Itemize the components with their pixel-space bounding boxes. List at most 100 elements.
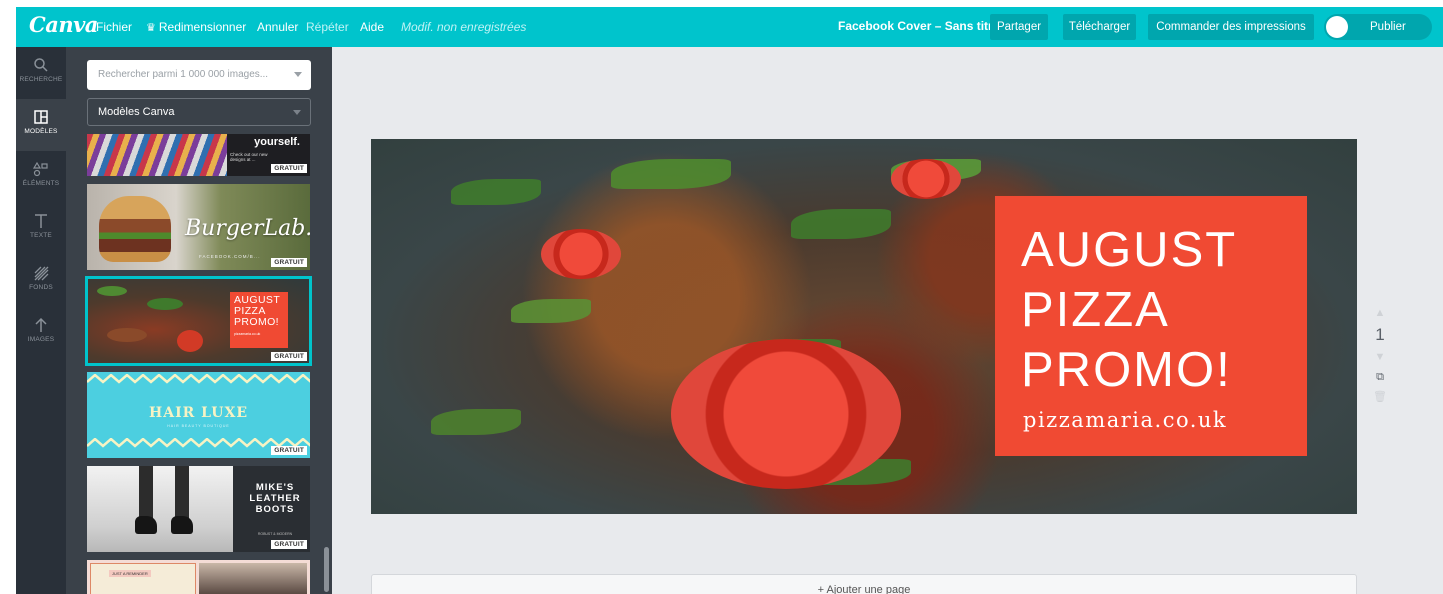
templates-panel: Rechercher parmi 1 000 000 images... Mod… <box>66 47 332 594</box>
add-page-button[interactable]: + Ajouter une page <box>371 574 1357 594</box>
search-placeholder: Rechercher parmi 1 000 000 images... <box>98 69 269 80</box>
tomato-shape <box>177 330 203 352</box>
template-tag: JUST A REMINDER <box>109 570 151 577</box>
canva-logo[interactable]: Canva <box>29 12 98 37</box>
menu-help[interactable]: Aide <box>360 20 384 34</box>
side-nav: RECHERCHE MODÈLES ÉLÉMENTS TEXTE FONDS I… <box>16 47 66 594</box>
share-button[interactable]: Partager <box>990 14 1048 40</box>
search-icon <box>34 58 48 72</box>
leg-shape <box>139 466 153 518</box>
free-badge: GRATUIT <box>271 540 307 549</box>
design-canvas[interactable]: AUGUST PIZZA PROMO! pizzamaria.co.uk <box>371 139 1357 514</box>
trash-icon[interactable]: 🗑 <box>1370 387 1390 407</box>
promo-text-box[interactable]: AUGUST PIZZA PROMO! pizzamaria.co.uk <box>995 196 1307 456</box>
free-badge: GRATUIT <box>271 164 307 173</box>
template-thumbnail-yourself[interactable]: yourself. Check out our new designs at .… <box>87 134 310 176</box>
herb-shape <box>147 298 183 310</box>
publish-toggle[interactable]: Publier <box>1324 14 1432 40</box>
promo-url[interactable]: pizzamaria.co.uk <box>1023 408 1227 432</box>
chevron-down-icon[interactable]: ▼ <box>1370 347 1390 367</box>
order-prints-button[interactable]: Commander des impressions <box>1148 14 1314 40</box>
menu-undo[interactable]: Annuler <box>257 20 298 34</box>
rail-label-uploads: IMAGES <box>27 336 55 343</box>
herb-shape <box>611 159 731 189</box>
tomato-slice <box>891 159 961 199</box>
template-title: MIKE'S LEATHER BOOTS <box>247 482 303 515</box>
burger-image <box>99 196 171 262</box>
publish-label: Publier <box>1370 21 1406 33</box>
crown-icon: ♛ <box>146 22 156 34</box>
menu-resize[interactable]: ♛ Redimensionner <box>146 20 246 34</box>
template-subtext: HAIR BEAUTY BOUTIQUE <box>167 424 230 428</box>
rail-item-uploads[interactable]: IMAGES <box>16 307 66 359</box>
design-stage: AUGUST PIZZA PROMO! pizzamaria.co.uk ▲ 1… <box>332 47 1443 594</box>
layout-icon <box>34 110 48 124</box>
template-filter-value: Modèles Canva <box>98 106 175 118</box>
title-line: LEATHER <box>249 493 301 504</box>
pattern-icon <box>34 266 49 281</box>
template-card: JUST A REMINDER <box>90 563 196 594</box>
template-title: HAIR LUXE <box>149 405 248 421</box>
zigzag-border <box>87 374 310 384</box>
title-line: MIKE'S <box>255 482 295 493</box>
template-thumbnail-reminder[interactable]: JUST A REMINDER <box>87 560 310 594</box>
top-toolbar: Canva Fichier ♛ Redimensionner Annuler Ré… <box>16 7 1443 47</box>
tomato-slice <box>671 339 901 489</box>
boot-shape <box>135 516 157 534</box>
canva-editor: Canva Fichier ♛ Redimensionner Annuler Ré… <box>0 0 1443 594</box>
shapes-icon <box>32 161 48 177</box>
template-subtext: ROBUST & MODERN <box>257 532 293 536</box>
panel-scrollbar[interactable] <box>324 547 329 592</box>
page-number: 1 <box>1375 325 1385 344</box>
rail-label-search: RECHERCHE <box>19 76 63 83</box>
document-title[interactable]: Facebook Cover – Sans titre <box>838 19 999 33</box>
template-thumbnail-pizza-promo[interactable]: AUGUST PIZZA PROMO! pizzamaria.co.uk GRA… <box>85 276 312 366</box>
image-search-input[interactable]: Rechercher parmi 1 000 000 images... <box>87 60 311 90</box>
rail-item-search[interactable]: RECHERCHE <box>16 47 66 99</box>
template-title: BurgerLab. <box>185 216 310 241</box>
rail-label-backgrounds: FONDS <box>29 284 53 291</box>
chevron-up-icon[interactable]: ▲ <box>1370 303 1390 323</box>
rail-item-templates[interactable]: MODÈLES <box>16 99 66 151</box>
herb-shape <box>791 209 891 239</box>
promo-headline-line[interactable]: PIZZA <box>1021 280 1170 340</box>
promo-box: AUGUST PIZZA PROMO! pizzamaria.co.uk <box>230 292 288 348</box>
template-title: yourself. <box>254 136 300 148</box>
template-subtext: Check out our new designs at ... <box>230 152 268 162</box>
free-badge: GRATUIT <box>271 446 307 455</box>
menu-file[interactable]: Fichier <box>96 20 132 34</box>
template-image <box>87 134 227 176</box>
text-icon <box>35 214 47 228</box>
template-thumbnail-burgerlab[interactable]: BurgerLab. FACEBOOK.COM/B... GRATUIT <box>87 184 310 270</box>
promo-headline-line[interactable]: PROMO! <box>1021 340 1232 400</box>
chevron-down-icon[interactable] <box>294 72 302 77</box>
template-thumbnail-hair-luxe[interactable]: HAIR LUXE HAIR BEAUTY BOUTIQUE GRATUIT <box>87 372 310 458</box>
page-tools: ▲ 1 ▼ ⧉ 🗑 <box>1370 303 1390 407</box>
herb-shape <box>451 179 541 205</box>
menu-redo[interactable]: Répéter <box>306 20 349 34</box>
free-badge: GRATUIT <box>271 352 307 361</box>
free-badge: GRATUIT <box>271 258 307 267</box>
herb-shape <box>97 286 127 296</box>
chevron-down-icon <box>293 110 301 115</box>
tomato-slice <box>541 229 621 279</box>
promo-line: PROMO! <box>234 316 279 328</box>
template-subtext: FACEBOOK.COM/B... <box>199 254 261 259</box>
template-thumbnail-leather-boots[interactable]: MIKE'S LEATHER BOOTS ROBUST & MODERN GRA… <box>87 466 310 552</box>
download-button[interactable]: Télécharger <box>1063 14 1136 40</box>
rail-label-text: TEXTE <box>30 232 52 239</box>
template-filter-select[interactable]: Modèles Canva <box>87 98 311 126</box>
rail-label-templates: MODÈLES <box>24 128 58 135</box>
rail-item-elements[interactable]: ÉLÉMENTS <box>16 151 66 203</box>
promo-headline-line[interactable]: AUGUST <box>1021 220 1237 280</box>
crust-shape <box>107 328 147 342</box>
rail-item-backgrounds[interactable]: FONDS <box>16 255 66 307</box>
leg-shape <box>175 466 189 518</box>
portrait-photo <box>199 563 307 594</box>
duplicate-page-icon[interactable]: ⧉ <box>1370 367 1390 387</box>
promo-url: pizzamaria.co.uk <box>234 332 261 336</box>
rail-label-elements: ÉLÉMENTS <box>22 180 60 187</box>
boots-photo <box>87 466 233 552</box>
rail-item-text[interactable]: TEXTE <box>16 203 66 255</box>
menu-resize-label: Redimensionner <box>158 20 247 34</box>
